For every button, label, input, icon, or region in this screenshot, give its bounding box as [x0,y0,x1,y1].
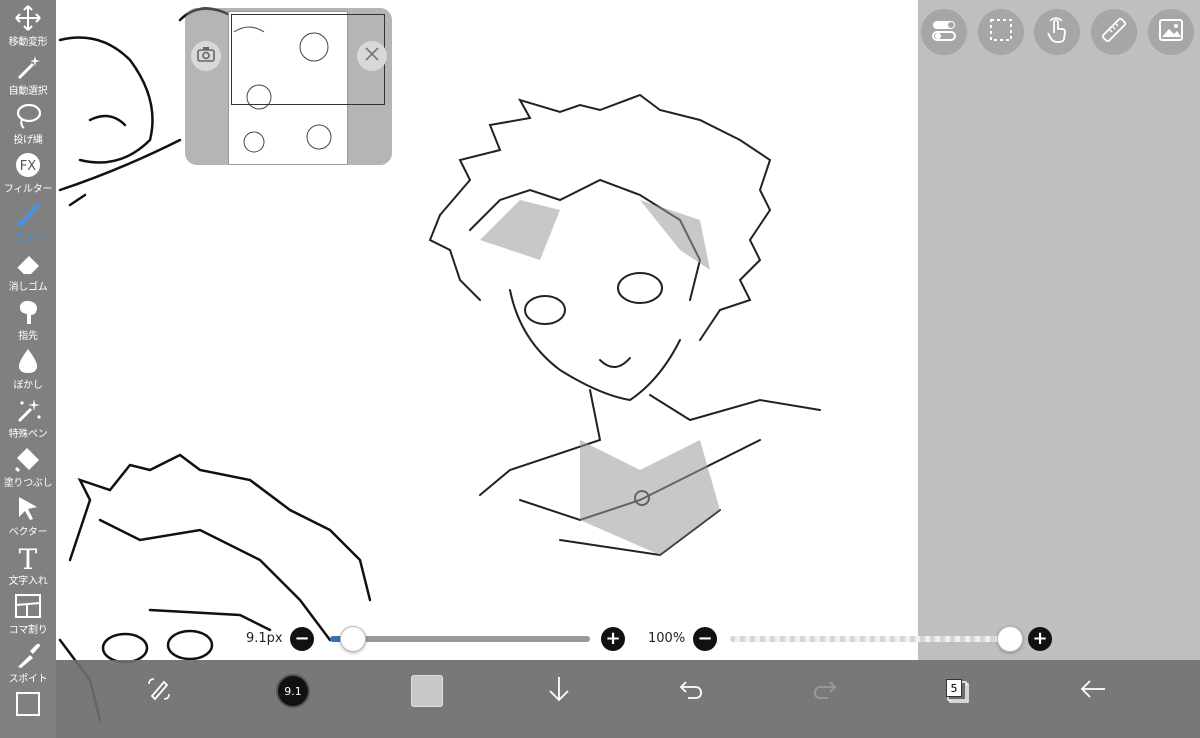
brush-size-decrease-button[interactable]: − [290,627,314,651]
sparkle-pen-icon [13,392,43,429]
tool-brush[interactable]: ブラシ [0,196,56,245]
selection-button[interactable] [978,9,1024,55]
tool-label: 文字入れ [8,576,48,587]
export-button[interactable] [534,660,584,722]
tool-magic-wand[interactable]: 自動選択 [0,49,56,98]
brush-size-knob[interactable] [340,626,366,652]
navigator-panel[interactable] [185,8,392,165]
tool-finger[interactable]: 指先 [0,294,56,343]
tool-text[interactable]: T 文字入れ [0,539,56,588]
tool-label: スポイト [8,674,48,685]
undo-button[interactable] [666,660,716,722]
tool-label: フィルター [3,184,53,195]
drawing-canvas[interactable] [0,0,1200,738]
text-icon: T [13,539,43,576]
canvas-icon [13,686,43,723]
svg-text:T: T [19,543,38,572]
move-icon [13,0,43,37]
magic-wand-icon [13,49,43,86]
brush-icon [13,196,43,233]
tool-label: ブラシ [13,233,43,244]
close-icon [364,46,380,66]
fx-icon: FX [13,147,43,184]
layer-count: 5 [946,679,962,697]
toggle-icon [929,15,959,49]
bottom-bar: 9.1 5 [56,660,1200,738]
tool-label: 塗りつぶし [3,478,53,489]
image-icon [1156,15,1186,49]
artwork [58,7,821,722]
eyedropper-icon [13,637,43,674]
brush-size-value: 9.1px [246,631,283,646]
redo-icon [810,674,840,708]
tool-eyedropper[interactable]: スポイト [0,637,56,686]
blur-drop-icon [13,343,43,380]
tool-fx[interactable]: FX フィルター [0,147,56,196]
color-button[interactable] [402,660,452,722]
opacity-decrease-button[interactable]: − [693,627,717,651]
undo-icon [676,674,706,708]
settings-toggle-button[interactable] [921,9,967,55]
tool-label: 投げ縄 [13,135,43,146]
brush-size-track[interactable] [330,636,590,642]
redo-button[interactable] [800,660,850,722]
tool-label: 消しゴム [8,282,48,293]
tool-label: 指先 [18,331,38,342]
brush-size-button[interactable]: 9.1 [266,660,320,722]
tool-lasso[interactable]: 投げ縄 [0,98,56,147]
brush-size-increase-button[interactable]: + [601,627,625,651]
tool-blur-drop[interactable]: ぼかし [0,343,56,392]
material-button[interactable] [1148,9,1194,55]
tool-bucket[interactable]: 塗りつぶし [0,441,56,490]
tool-bar: 移動変形自動選択投げ縄 FX フィルターブラシ消しゴム指先ぼかし特殊ペン塗りつぶしベ… [0,0,56,738]
opacity-increase-button[interactable]: + [1028,627,1052,651]
tool-frame-divider[interactable]: コマ割り [0,588,56,637]
finger-icon [13,294,43,331]
lasso-icon [13,98,43,135]
ruler-button[interactable] [1091,9,1137,55]
gesture-hand-icon [1042,15,1072,49]
svg-text:FX: FX [20,159,36,174]
bucket-icon [13,441,43,478]
gesture-button[interactable] [1034,9,1080,55]
eraser-icon [13,245,43,282]
camera-icon [197,46,215,66]
brush-swap-button[interactable] [134,660,184,722]
tool-label: コマ割り [8,625,48,636]
tool-vector-arrow[interactable]: ベクター [0,490,56,539]
download-arrow-icon [544,674,574,708]
frame-divider-icon [13,588,43,625]
vector-arrow-icon [13,490,43,527]
layers-button[interactable]: 5 [932,660,982,722]
back-button[interactable] [1068,660,1118,722]
back-arrow-icon [1078,674,1108,708]
tool-label: 移動変形 [8,37,48,48]
tool-label: ベクター [8,527,48,538]
opacity-knob[interactable] [997,626,1023,652]
opacity-track[interactable] [730,636,1010,642]
ruler-icon [1099,15,1129,49]
color-swatch [411,675,443,707]
tool-label: 自動選択 [8,86,48,97]
tool-sparkle-pen[interactable]: 特殊ペン [0,392,56,441]
layers-icon: 5 [943,677,971,705]
opacity-value: 100% [648,631,686,646]
tool-label: 特殊ペン [8,429,48,440]
tool-canvas[interactable] [0,686,56,735]
brush-swap-icon [144,674,174,708]
tool-eraser[interactable]: 消しゴム [0,245,56,294]
selection-icon [986,15,1016,49]
brush-size-icon: 9.1 [276,674,310,708]
tool-move[interactable]: 移動変形 [0,0,56,49]
navigator-close-button[interactable] [357,41,387,71]
tool-label: ぼかし [13,380,43,391]
camera-button[interactable] [191,41,221,71]
